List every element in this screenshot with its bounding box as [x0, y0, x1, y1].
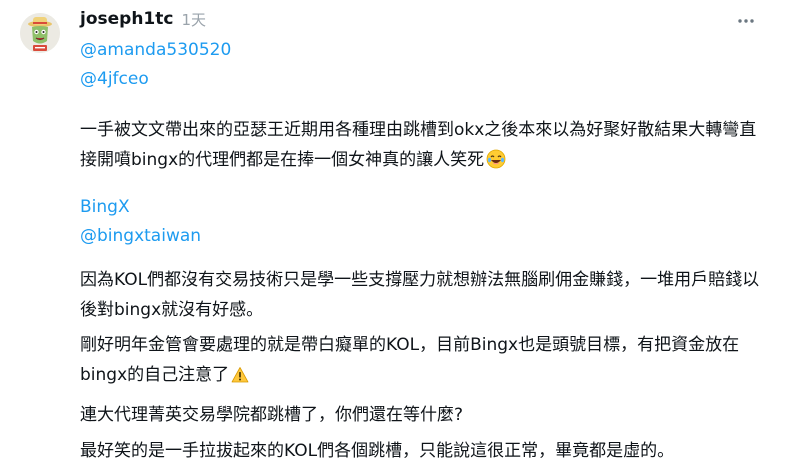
- post-header: joseph1tc 1天: [80, 6, 206, 32]
- mention-link[interactable]: @4jfceo: [80, 65, 760, 94]
- username[interactable]: joseph1tc: [80, 9, 173, 29]
- paragraph-text: 一手被文文帶出來的亞瑟王近期用各種理由跳槽到okx之後本來以為好聚好散結果大轉彎…: [80, 120, 757, 170]
- mention-link[interactable]: @amanda530520: [80, 36, 760, 65]
- more-dots-icon[interactable]: [737, 12, 755, 30]
- post-paragraph: 因為KOL們都沒有交易技術只是學一些支撐壓力就想辦法無腦刷佣金賺錢，一堆用戶賠錢…: [80, 270, 760, 320]
- paragraph-text: 剛好明年金管會要處理的就是帶白癡單的KOL，目前Bingx也是頭號目標，有把資金…: [80, 335, 740, 385]
- warning-icon: [231, 364, 249, 394]
- post-content: @amanda530520 @4jfceo 一手被文文帶出來的亞瑟王近期用各種理…: [80, 36, 760, 466]
- post-paragraph: 連大代理菁英交易學院都跳槽了，你們還在等什麼?: [80, 405, 464, 425]
- mention-link[interactable]: BingX: [80, 193, 760, 222]
- post-paragraph: 最好笑的是一手拉拔起來的KOL們各個跳槽，只能說這很正常，畢竟都是虛的。: [80, 441, 675, 461]
- avatar[interactable]: [20, 13, 60, 53]
- avatar-image: [20, 13, 60, 53]
- post: joseph1tc 1天 @amanda530520 @4jfceo 一手被文文…: [0, 0, 785, 461]
- post-paragraph: 一手被文文帶出來的亞瑟王近期用各種理由跳槽到okx之後本來以為好聚好散結果大轉彎…: [80, 115, 760, 179]
- laughing-tears-emoji-icon: [486, 149, 506, 179]
- post-paragraph: 剛好明年金管會要處理的就是帶白癡單的KOL，目前Bingx也是頭號目標，有把資金…: [80, 330, 760, 394]
- post-time[interactable]: 1天: [181, 9, 206, 30]
- mention-link[interactable]: @bingxtaiwan: [80, 222, 760, 251]
